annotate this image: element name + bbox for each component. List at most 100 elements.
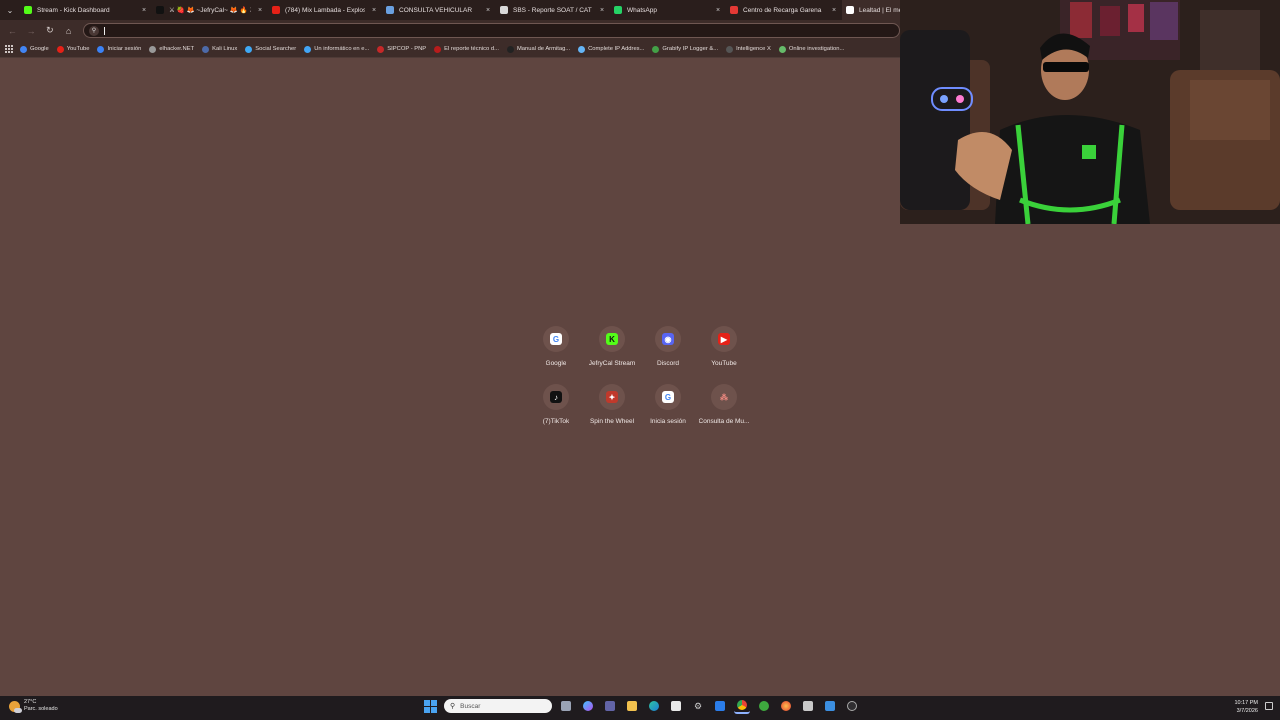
notifications-icon[interactable] — [1265, 702, 1273, 710]
bookmark-favicon-icon — [506, 45, 514, 53]
bookmark-favicon-icon — [434, 45, 442, 53]
browser-tab[interactable]: WhatsApp × — [610, 0, 726, 20]
shortcut-tile[interactable]: G Inicia sesión — [640, 384, 696, 428]
shortcut-icon-circle: ▶ — [711, 326, 737, 352]
reload-icon[interactable]: ↻ — [41, 22, 58, 39]
weather-widget[interactable]: 27°C Parc. soleado — [9, 699, 58, 713]
shortcut-tile[interactable]: G Google — [528, 326, 584, 370]
bookmark-item[interactable]: SIPCOP - PNP — [377, 45, 427, 53]
bookmark-item[interactable]: Intelligence X — [726, 45, 771, 53]
whatsapp-icon — [614, 6, 622, 14]
shortcut-favicon-icon: ▶ — [718, 333, 730, 345]
bookmark-item[interactable]: elhacker.NET — [149, 45, 195, 53]
streamer-webcam-image — [900, 0, 1280, 224]
tab-title: CONSULTA VEHICULAR — [399, 6, 473, 14]
editor-app-icon[interactable] — [822, 698, 838, 714]
shortcut-favicon-icon: ⁂ — [720, 392, 728, 402]
bookmark-item[interactable]: Manual de Armitag... — [506, 45, 571, 53]
bookmark-label: Kali Linux — [212, 46, 238, 52]
system-clock[interactable]: 10:17 PM 3/7/2026 — [1234, 699, 1258, 715]
copilot-icon[interactable] — [580, 698, 596, 714]
tab-close-icon[interactable]: × — [598, 7, 606, 14]
tab-title: SBS - Reporte SOAT / CAT y S — [513, 6, 593, 14]
tab-close-icon[interactable]: × — [714, 7, 722, 14]
address-bar[interactable]: ⚲ — [82, 23, 900, 38]
weather-partly-sunny-icon — [9, 700, 22, 713]
tab-close-icon[interactable]: × — [256, 7, 264, 14]
browser-tab[interactable]: (784) Mix Lambada - Explosió × — [268, 0, 382, 20]
bookmark-item[interactable]: Un informático en e... — [304, 45, 369, 53]
bookmark-item[interactable]: Iniciar sesión — [97, 45, 141, 53]
shortcut-label: JefryCal Stream — [588, 360, 636, 367]
tab-list: Stream - Kick Dashboard × ⚔ 🍓 🦊 ~JefryCal~… — [20, 0, 942, 20]
bookmark-item[interactable]: Online investigation... — [778, 45, 844, 53]
tab-close-icon[interactable]: × — [370, 7, 378, 14]
bookmark-label: SIPCOP - PNP — [387, 46, 427, 52]
bookmark-label: elhacker.NET — [159, 46, 195, 52]
xbox-icon[interactable] — [756, 698, 772, 714]
forward-icon[interactable]: → — [23, 22, 40, 39]
browser-tab[interactable]: ⚔ 🍓 🦊 ~JefryCal~ 🦊 🔥 ⚔ × — [152, 0, 268, 20]
bookmark-item[interactable]: Complete IP Addres... — [578, 45, 644, 53]
tab-close-icon[interactable]: × — [140, 7, 148, 14]
visual-studio-code-icon[interactable] — [712, 698, 728, 714]
start-button-icon[interactable] — [422, 698, 438, 714]
firefox-icon[interactable] — [778, 698, 794, 714]
shortcut-tile[interactable]: ⁂ Consulta de Mu... — [696, 384, 752, 428]
browser-tab[interactable]: Stream - Kick Dashboard × — [20, 0, 152, 20]
shortcut-favicon-icon: G — [662, 391, 674, 403]
settings-gear-icon[interactable]: ⚙ — [690, 698, 706, 714]
tab-close-icon[interactable]: × — [484, 7, 492, 14]
shortcut-tile[interactable]: ✦ Spin the Wheel — [584, 384, 640, 428]
browser-toolbar: ← → ↻ ⌂ ⚲ — [0, 20, 900, 41]
microsoft-store-icon[interactable] — [668, 698, 684, 714]
shortcut-tile[interactable]: K JefryCal Stream — [584, 326, 640, 370]
apps-grid-icon[interactable] — [5, 45, 13, 53]
browser-tab[interactable]: CONSULTA VEHICULAR × — [382, 0, 496, 20]
bookmark-item[interactable]: YouTube — [56, 45, 89, 53]
obs-icon[interactable] — [844, 698, 860, 714]
tab-close-icon[interactable]: × — [830, 7, 838, 14]
bookmark-favicon-icon — [20, 45, 27, 53]
bookmark-item[interactable]: Kali Linux — [202, 45, 238, 53]
tab-search-icon[interactable]: ⌄ — [0, 0, 20, 20]
shortcut-label: Inicia sesión — [650, 418, 686, 425]
teams-icon[interactable] — [602, 698, 618, 714]
weather-description: Parc. soleado — [24, 706, 58, 712]
task-view-icon[interactable] — [558, 698, 574, 714]
taskbar-search-placeholder: Buscar — [460, 702, 481, 710]
chrome-icon[interactable] — [734, 698, 750, 714]
browser-tab[interactable]: Centro de Recarga Garena × — [726, 0, 842, 20]
shortcut-icon-circle: ⁂ — [711, 384, 737, 410]
home-icon[interactable]: ⌂ — [60, 22, 77, 39]
back-icon[interactable]: ← — [4, 22, 21, 39]
bookmark-item[interactable]: Google — [20, 45, 49, 53]
shortcut-tile[interactable]: ▶ YouTube — [696, 326, 752, 370]
bookmark-label: Manual de Armitag... — [516, 46, 571, 52]
bookmark-item[interactable]: Grabify IP Logger &... — [652, 45, 718, 53]
clock-date: 3/7/2026 — [1236, 708, 1258, 714]
bookmark-label: Intelligence X — [736, 46, 771, 52]
kick-icon — [24, 6, 32, 14]
tab-title: Centro de Recarga Garena — [743, 6, 822, 14]
shortcut-icon-circle: ♪ — [543, 384, 569, 410]
bookmark-favicon-icon — [304, 45, 312, 53]
browser-tab[interactable]: SBS - Reporte SOAT / CAT y S × — [496, 0, 610, 20]
file-explorer-icon[interactable] — [624, 698, 640, 714]
bookmark-favicon-icon — [377, 45, 385, 53]
taskbar-search-box[interactable]: ⚲ Buscar — [444, 699, 552, 713]
shortcut-favicon-icon: ♪ — [550, 391, 562, 403]
shortcut-label: YouTube — [711, 360, 737, 367]
shortcut-label: Google — [545, 360, 567, 367]
bookmark-favicon-icon — [202, 45, 210, 53]
shortcut-favicon-icon: K — [606, 333, 618, 345]
shortcut-tile[interactable]: ♪ (7)TikTok — [528, 384, 584, 428]
screen-capture-icon[interactable] — [800, 698, 816, 714]
shortcut-tile[interactable]: ◉ Discord — [640, 326, 696, 370]
bookmark-item[interactable]: Social Searcher — [245, 45, 296, 53]
bookmark-favicon-icon — [56, 45, 64, 53]
edge-icon[interactable] — [646, 698, 662, 714]
search-icon: ⚲ — [450, 703, 456, 710]
bookmark-item[interactable]: El reporte técnico d... — [434, 45, 499, 53]
sbs-icon — [500, 6, 508, 14]
